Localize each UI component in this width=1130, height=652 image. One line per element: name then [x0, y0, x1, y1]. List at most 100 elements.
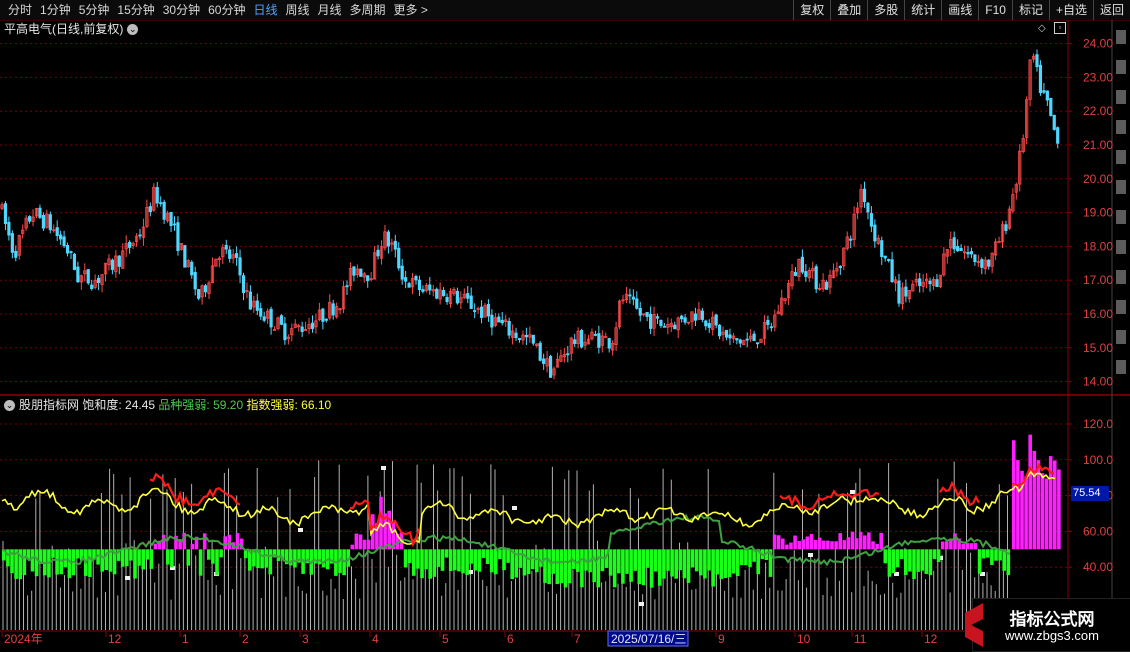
- green-bar: [170, 549, 174, 568]
- truncated-panel-glyph: [1116, 270, 1126, 284]
- variety-label: 品种强弱:: [158, 398, 210, 412]
- candle-body: [176, 222, 180, 251]
- date-tick-label: 2: [242, 632, 249, 646]
- magenta-bar: [801, 539, 806, 550]
- signal-dot: [125, 576, 130, 580]
- candle-body: [110, 259, 114, 270]
- green-bar: [645, 549, 650, 568]
- green-bar: [994, 549, 998, 561]
- candle-body: [973, 254, 977, 263]
- candle-body: [597, 333, 601, 348]
- green-bar: [186, 549, 191, 566]
- candle-body: [324, 318, 328, 321]
- candle-body: [1035, 54, 1039, 68]
- chevron-down-icon[interactable]: ⌄: [127, 24, 139, 36]
- candle-body: [866, 202, 870, 213]
- candle-body: [404, 277, 408, 282]
- magenta-bar: [822, 540, 826, 550]
- candle-body: [455, 290, 460, 304]
- candle-body: [738, 339, 742, 344]
- indicator-title: ⌄ 股朋指标网 饱和度: 24.45 品种强弱: 59.20 指数强弱: 66.1…: [4, 397, 331, 413]
- candle-body: [386, 231, 391, 247]
- indicator-tick-label: 120.0: [1083, 417, 1113, 431]
- green-bar: [129, 549, 133, 561]
- candle-body: [86, 269, 90, 284]
- truncated-panel-glyph: [1116, 360, 1126, 374]
- date-tick-label: 12: [108, 632, 122, 646]
- magenta-bar: [813, 539, 818, 550]
- chevron-down-icon[interactable]: ⌄: [4, 400, 15, 412]
- candle-body: [904, 286, 908, 297]
- indicator-tick-label: 100.0: [1083, 453, 1113, 467]
- green-bar: [145, 549, 150, 560]
- candle-body: [956, 246, 960, 252]
- candle-body: [14, 250, 18, 258]
- candle-body: [838, 265, 842, 269]
- candle-body: [193, 272, 197, 290]
- magenta-bar: [785, 544, 789, 550]
- candle-body: [566, 353, 570, 356]
- candle-body: [224, 244, 228, 250]
- magenta-bar: [830, 541, 834, 550]
- stock-chart[interactable]: 24.00 23.00 22.00 21.00 20.00 19.00 18.00 17.00…: [0, 0, 1130, 650]
- magenta-bar: [940, 541, 945, 550]
- magenta-bar: [867, 532, 871, 550]
- green-bar: [600, 549, 605, 572]
- magenta-bar: [961, 543, 965, 550]
- green-bar: [59, 549, 63, 575]
- green-bar: [662, 549, 666, 579]
- green-bar: [547, 549, 551, 585]
- price-tick-label: 20.00: [1083, 172, 1113, 186]
- green-bar: [260, 549, 264, 569]
- green-bar: [563, 549, 568, 588]
- green-bar: [539, 549, 543, 567]
- magenta-bar: [776, 535, 781, 550]
- candle-body: [735, 338, 739, 341]
- diamond-icon[interactable]: ◇: [1038, 23, 1046, 34]
- green-bar: [703, 549, 707, 579]
- date-tick-label: 11: [854, 632, 867, 646]
- magenta-bar: [1028, 434, 1032, 550]
- magenta-bar: [350, 544, 355, 550]
- candle-body: [321, 308, 325, 322]
- magenta-bar: [965, 543, 970, 550]
- green-bar: [264, 549, 268, 568]
- candle-body: [7, 221, 11, 236]
- green-bar: [699, 549, 703, 576]
- candle-body: [880, 240, 884, 257]
- green-bar: [895, 549, 900, 568]
- candle-body: [745, 338, 749, 341]
- green-bar: [543, 549, 547, 583]
- candle-body: [693, 313, 698, 321]
- green-bar: [403, 549, 408, 568]
- green-bar: [920, 549, 924, 571]
- candle-body: [62, 236, 66, 247]
- candle-body: [814, 266, 818, 290]
- green-bar: [740, 549, 744, 566]
- green-bar: [653, 549, 658, 572]
- candle-body: [234, 253, 239, 258]
- signal-dot: [298, 528, 303, 532]
- candle-body: [728, 334, 732, 339]
- green-bar: [149, 549, 154, 569]
- candle-body: [680, 315, 684, 320]
- green-bar: [707, 549, 711, 571]
- date-tick-label: 10: [797, 632, 811, 646]
- index-label: 指数强弱:: [246, 398, 298, 412]
- green-bar: [916, 549, 920, 572]
- date-tick-label: 3: [302, 632, 309, 646]
- magenta-bar: [945, 541, 949, 550]
- candle-body: [718, 324, 722, 337]
- restore-icon[interactable]: ▫: [1054, 22, 1066, 34]
- magenta-bar: [842, 540, 847, 550]
- candle-body: [41, 215, 46, 229]
- green-bar: [998, 549, 1002, 561]
- candle-body: [238, 257, 242, 276]
- date-tick-label: 5: [442, 632, 449, 646]
- signal-dot: [850, 490, 855, 494]
- green-bar: [744, 549, 748, 566]
- price-tick-label: 14.00: [1083, 375, 1113, 389]
- green-bar: [137, 549, 141, 566]
- right-edge-labels: [1116, 30, 1126, 374]
- green-bar: [268, 549, 273, 575]
